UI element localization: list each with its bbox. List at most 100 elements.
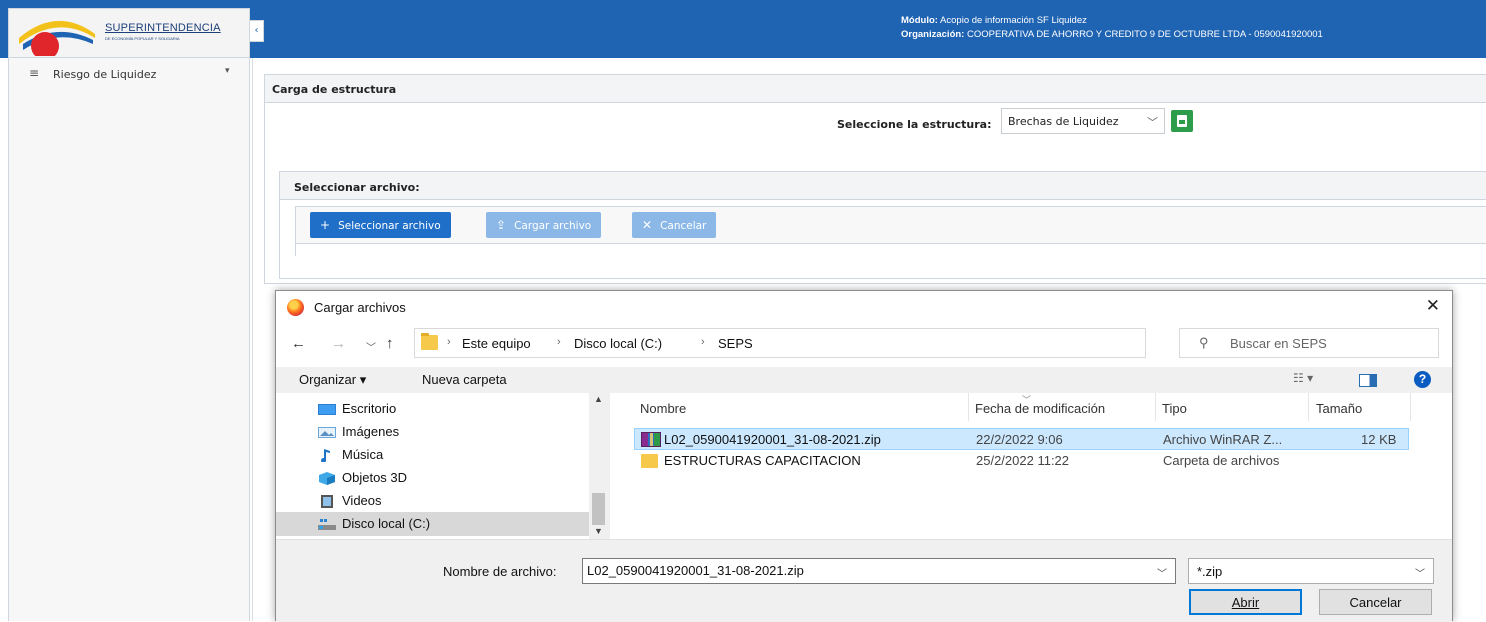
cancel-upload-button[interactable]: ✕ Cancelar [632,212,717,238]
cancel-upload-label: Cancelar [660,220,707,232]
filename-input[interactable] [583,559,1143,581]
menu-icon: ≡ [29,66,40,80]
select-file-button[interactable]: + Seleccionar archivo [310,212,451,238]
scroll-up-icon[interactable]: ▲ [594,394,603,404]
column-header-size[interactable]: Tamaño [1316,401,1362,416]
file-row[interactable]: ESTRUCTURAS CAPACITACION 25/2/2022 11:22… [634,450,1409,472]
structure-select[interactable]: Brechas de Liquidez ﹀ [1001,108,1165,134]
firefox-icon [287,299,304,316]
cancel-button[interactable]: Cancelar [1319,589,1432,615]
new-folder-button[interactable]: Nueva carpeta [422,372,507,387]
upload-file-button[interactable]: ⇪ Cargar archivo [486,212,602,238]
forward-arrow-icon[interactable]: → [331,335,346,352]
organization-label: Organización: [901,29,965,40]
tree-item-label: Imágenes [342,424,400,439]
tree-item-label: Disco local (C:) [342,516,431,531]
file-size: 12 KB [1361,432,1397,447]
export-excel-button[interactable] [1171,110,1193,132]
desktop-icon [318,404,336,415]
page-divider [252,58,253,621]
structure-select-value: Brechas de Liquidez [1008,115,1119,128]
scrollbar-thumb[interactable] [592,493,605,525]
sidebar-item-riesgo-liquidez[interactable]: ≡ Riesgo de Liquidez ▾ [9,64,249,86]
upload-file-label: Cargar archivo [514,220,592,232]
sidebar-item-label: Riesgo de Liquidez [53,68,157,81]
view-options-icon[interactable]: ☷ ▾ [1293,371,1313,385]
column-header-type[interactable]: Tipo [1162,401,1187,416]
logo-mark-icon [19,20,95,56]
filename-field[interactable]: ﹀ [582,558,1176,584]
open-button[interactable]: Abrir [1189,589,1302,615]
select-file-label: Seleccionar archivo [338,220,441,232]
drive-icon [318,519,336,530]
plus-icon: + [320,218,331,232]
tree-item-label: Objetos 3D [342,470,408,485]
module-label: Módulo: [901,15,938,26]
dialog-nav-bar: ← → ﹀ ↑ › Este equipo › Disco local (C:)… [276,323,1452,367]
breadcrumb-separator-icon: › [557,336,561,348]
close-icon: ✕ [642,218,653,232]
chevron-down-icon: ﹀ [1147,116,1158,129]
chevron-down-icon: ﹀ [1415,569,1425,580]
navigation-scrollbar[interactable]: ▲ ▼ [589,393,608,539]
organization-value: COOPERATIVA DE AHORRO Y CREDITO 9 DE OCT… [964,29,1323,40]
column-header-modified[interactable]: Fecha de modificación [975,401,1105,416]
cancel-button-label: Cancelar [1349,595,1402,610]
breadcrumb-disco-local[interactable]: Disco local (C:) [574,336,662,351]
column-header-name[interactable]: Nombre [640,401,686,416]
logo-name: SUPERINTENDENCIA [105,22,221,34]
close-dialog-button[interactable]: ✕ [1426,296,1440,316]
dialog-toolbar: Organizar ▾ Nueva carpeta ☷ ▾ ? [276,367,1452,393]
tree-item-label: Música [342,447,384,462]
collapse-sidebar-button[interactable]: ‹ [250,20,264,42]
excel-icon [1177,115,1187,127]
caret-down-icon: ▾ [359,372,367,387]
file-type-select[interactable]: *.zip ﹀ [1188,558,1434,584]
pictures-icon [318,427,336,438]
tree-item-musica[interactable]: Música [276,443,590,467]
tree-item-label: Videos [342,493,382,508]
tree-item-escritorio[interactable]: Escritorio [276,397,590,421]
address-bar[interactable]: › Este equipo › Disco local (C:) › SEPS … [414,328,1281,358]
dialog-title: Cargar archivos [314,300,406,315]
up-arrow-icon[interactable]: ↑ [386,335,394,352]
logo[interactable]: SUPERINTENDENCIA DE ECONOMÍA POPULAR Y S… [8,8,250,58]
back-arrow-icon[interactable]: ← [291,335,306,352]
videos-icon [321,495,333,508]
column-separator [968,393,969,421]
breadcrumb-separator-icon: › [701,336,705,348]
file-modified: 22/2/2022 9:06 [976,432,1063,447]
dialog-title-bar: Cargar archivos ✕ [276,291,1452,323]
breadcrumb-este-equipo[interactable]: Este equipo [462,336,531,351]
tree-item-videos[interactable]: Videos [276,489,590,513]
file-row[interactable]: L02_0590041920001_31-08-2021.zip 22/2/20… [634,428,1409,450]
breadcrumb-seps[interactable]: SEPS [718,336,753,351]
logo-subtitle: DE ECONOMÍA POPULAR Y SOLIDARIA [105,36,180,41]
zip-icon [641,432,661,447]
structure-label: Seleccione la estructura: [837,118,992,131]
chevron-down-icon[interactable]: ﹀ [1157,565,1167,580]
file-select-panel: Seleccionar archivo: + Seleccionar archiv… [279,171,1486,279]
column-separator [1410,393,1411,421]
organize-menu[interactable]: Organizar ▾ [299,372,366,388]
search-input[interactable]: ⚲ Buscar en SEPS [1179,328,1439,358]
file-upload-area[interactable]: + Seleccionar archivo ⇪ Cargar archivo ✕ Ca… [295,206,1486,256]
objects3d-icon [319,472,335,485]
top-bar: SUPERINTENDENCIA DE ECONOMÍA POPULAR Y S… [0,0,1486,58]
scroll-down-icon[interactable]: ▼ [594,526,603,536]
file-open-dialog: Cargar archivos ✕ ← → ﹀ ↑ › Este equipo … [275,290,1453,622]
file-list-area [296,243,1486,256]
folder-icon [641,454,658,468]
tree-item-objetos-3d[interactable]: Objetos 3D [276,466,590,490]
filename-label: Nombre de archivo: [443,564,557,579]
tree-item-disco-local[interactable]: Disco local (C:) [276,512,590,536]
sidebar: ≡ Riesgo de Liquidez ▾ [8,58,250,621]
preview-pane-icon[interactable] [1359,374,1377,387]
search-icon: ⚲ [1199,335,1209,350]
navigation-pane: Escritorio Imágenes Música Objetos 3D Vi… [276,393,608,539]
help-icon[interactable]: ? [1414,371,1431,388]
tree-item-imagenes[interactable]: Imágenes [276,420,590,444]
upload-panel: Carga de estructura Seleccione la estruc… [264,74,1486,284]
upload-icon: ⇪ [496,218,507,232]
recent-locations-icon[interactable]: ﹀ [366,339,376,354]
